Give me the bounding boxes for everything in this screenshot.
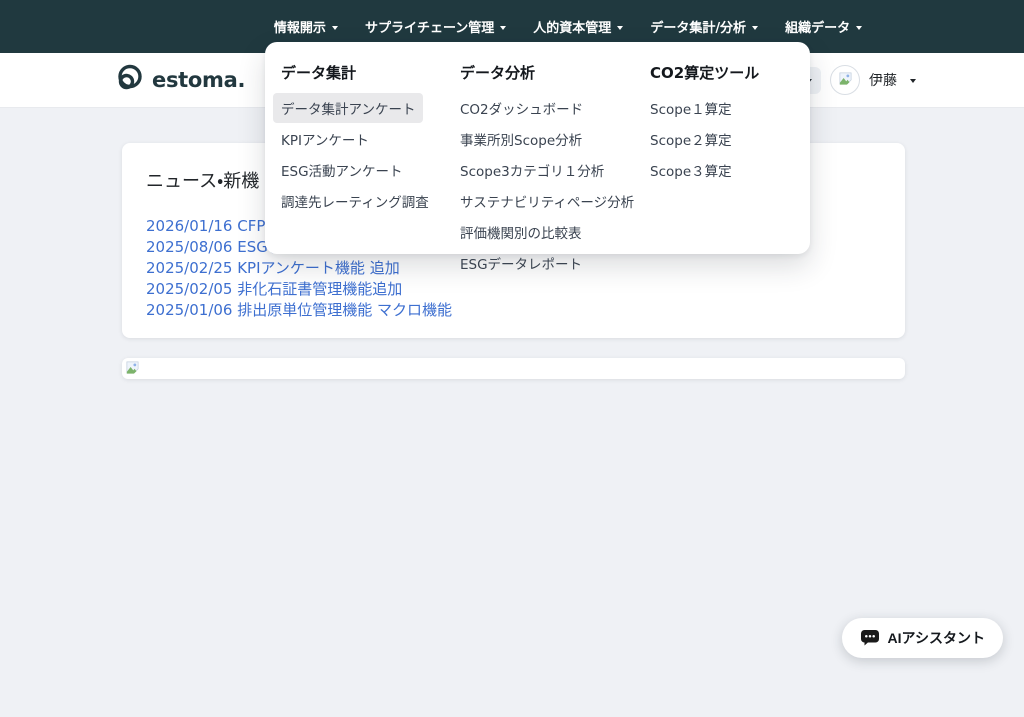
menu-item[interactable]: KPIアンケート: [273, 124, 377, 154]
chevron-down-icon: [332, 26, 338, 30]
menu-item[interactable]: Scope3カテゴリ１分析: [452, 155, 612, 185]
broken-image-icon: [125, 360, 140, 379]
avatar[interactable]: [830, 65, 860, 95]
estoma-knot-icon: [113, 63, 146, 97]
dropdown-column-2: CO2算定ツールScope１算定Scope２算定Scope３算定: [650, 62, 794, 240]
user-name: 伊藤: [869, 70, 897, 90]
dropdown-column-1: データ分析CO2ダッシュボード事業所別Scope分析Scope3カテゴリ１分析サ…: [460, 62, 650, 240]
menu-item[interactable]: ESGデータレポート: [452, 248, 590, 278]
menu-item[interactable]: Scope３算定: [642, 155, 740, 185]
menu-item[interactable]: Scope１算定: [642, 93, 740, 123]
nav-item-1[interactable]: サプライチェーン管理: [365, 17, 506, 36]
menu-item[interactable]: 評価機関別の比較表: [452, 217, 590, 247]
dropdown-column-title: データ集計: [281, 62, 460, 83]
user-menu[interactable]: 伊藤: [869, 70, 916, 90]
nav-item-3[interactable]: データ集計/分析: [650, 17, 758, 36]
menu-item[interactable]: 調達先レーティング調査: [273, 186, 437, 216]
chevron-down-icon: [752, 26, 758, 30]
mega-dropdown-panel: データ集計データ集計アンケートKPIアンケートESG活動アンケート調達先レーティ…: [265, 42, 810, 254]
brand-name: estoma.: [152, 68, 245, 92]
chevron-down-icon: [500, 26, 506, 30]
chevron-down-icon: [910, 79, 916, 83]
menu-item[interactable]: Scope２算定: [642, 124, 740, 154]
news-link[interactable]: 2025/01/06 排出原単位管理機能 マクロ機能: [146, 300, 881, 321]
dropdown-column-title: CO2算定ツール: [650, 62, 794, 83]
nav-item-2[interactable]: 人的資本管理: [533, 17, 623, 36]
dropdown-column-title: データ分析: [460, 62, 650, 83]
ai-assistant-button[interactable]: AIアシスタント: [842, 618, 1003, 658]
brand-logo[interactable]: estoma.: [113, 53, 245, 107]
menu-item[interactable]: ESG活動アンケート: [273, 155, 411, 185]
menu-item[interactable]: CO2ダッシュボード: [452, 93, 591, 123]
news-link[interactable]: 2025/02/05 非化石証書管理機能追加: [146, 279, 881, 300]
dropdown-column-0: データ集計データ集計アンケートKPIアンケートESG活動アンケート調達先レーティ…: [281, 62, 460, 240]
menu-item[interactable]: サステナビリティページ分析: [452, 186, 642, 216]
nav-item-label: サプライチェーン管理: [365, 17, 494, 36]
chevron-down-icon: [617, 26, 623, 30]
ai-assistant-label: AIアシスタント: [888, 628, 985, 648]
nav-item-label: 組織データ: [785, 17, 850, 36]
nav-item-label: データ集計/分析: [650, 17, 746, 36]
nav-item-label: 情報開示: [274, 17, 326, 36]
nav-item-label: 人的資本管理: [533, 17, 611, 36]
menu-item[interactable]: 事業所別Scope分析: [452, 124, 590, 154]
banner-card[interactable]: [122, 358, 905, 379]
chat-bubble-icon: [860, 627, 880, 650]
menu-item[interactable]: データ集計アンケート: [273, 93, 423, 123]
broken-image-icon: [838, 71, 853, 90]
nav-item-4[interactable]: 組織データ: [785, 17, 862, 36]
nav-item-0[interactable]: 情報開示: [274, 17, 338, 36]
chevron-down-icon: [856, 26, 862, 30]
